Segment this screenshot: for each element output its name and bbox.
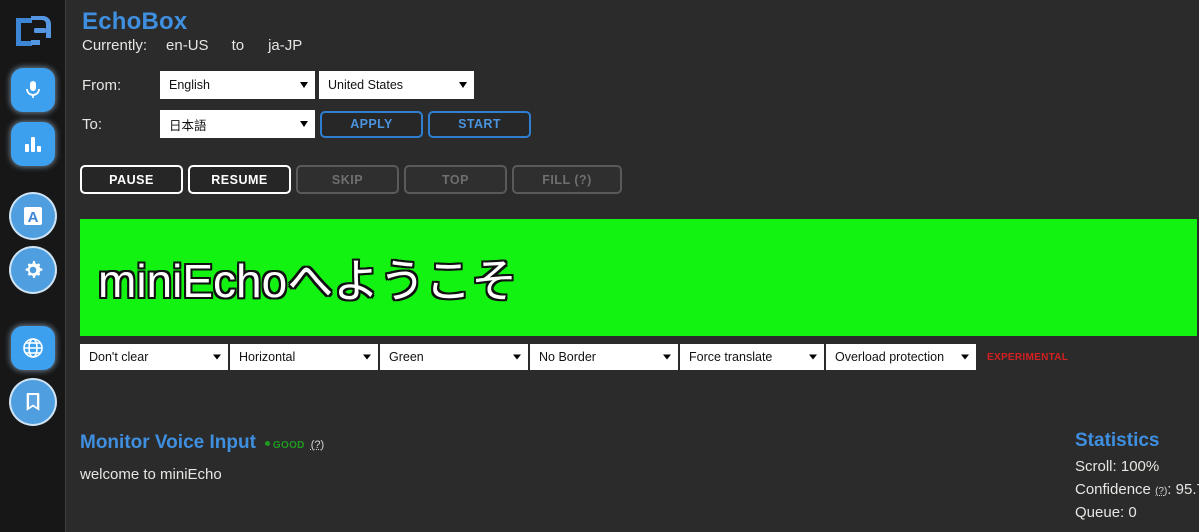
sidebar-item-translate[interactable]: A (10, 194, 55, 238)
monitor-help-icon[interactable]: (?) (311, 439, 324, 451)
svg-text:A: A (27, 209, 38, 226)
orientation-select[interactable]: Horizontal (230, 344, 378, 370)
to-language-select[interactable]: 日本語 (160, 110, 315, 138)
clear-mode-select[interactable]: Don't clear (80, 344, 228, 370)
chevron-down-icon (300, 121, 308, 127)
confidence-colon: : (1167, 481, 1172, 498)
from-region-value: United States (328, 78, 404, 92)
status-badge: GOOD (272, 440, 305, 451)
page-title: EchoBox (82, 8, 188, 35)
confidence-help-icon[interactable]: (?) (1155, 486, 1167, 497)
border-style-select[interactable]: No Border (530, 344, 678, 370)
confidence-value: 95.7% (1175, 481, 1199, 498)
display-options-row: Don't clear Horizontal Green No Border F… (80, 344, 1068, 370)
current-source-code: en-US (166, 37, 209, 54)
monitor-voice-input-panel: Monitor Voice Input GOOD (?) welcome to … (80, 432, 324, 483)
scroll-value: 100% (1120, 458, 1160, 475)
currently-label: Currently: (82, 37, 148, 54)
confidence-label: Confidence (1075, 481, 1151, 498)
fill-button[interactable]: FILL (?) (512, 165, 622, 194)
app-window: A EchoBox Currently: en-US to ja-JP From… (0, 0, 1199, 532)
statistics-panel: Statistics Scroll: 100% Confidence (?): … (1075, 430, 1199, 521)
currently-to-word: to (231, 37, 245, 54)
resume-button[interactable]: RESUME (188, 165, 291, 194)
microphone-icon (25, 81, 40, 98)
translate-a-icon: A (23, 207, 42, 226)
sidebar-item-language[interactable] (10, 326, 55, 370)
chevron-down-icon (961, 354, 969, 360)
echobox-logo-icon (15, 16, 51, 46)
sidebar-item-settings[interactable] (10, 248, 55, 292)
chevron-down-icon (663, 354, 671, 360)
chevron-down-icon (459, 82, 467, 88)
skip-button[interactable]: SKIP (296, 165, 399, 194)
clear-mode-value: Don't clear (89, 350, 149, 364)
caption-display[interactable]: miniEchoへようこそ (80, 219, 1197, 336)
current-target-code: ja-JP (268, 37, 303, 54)
chevron-down-icon (513, 354, 521, 360)
echobox-logo[interactable] (7, 6, 59, 58)
sidebar: A (0, 0, 66, 532)
chevron-down-icon (363, 354, 371, 360)
to-label: To: (82, 115, 103, 133)
background-color-value: Green (389, 350, 424, 364)
sidebar-item-statistics[interactable] (10, 122, 55, 166)
queue-label: Queue: (1075, 504, 1125, 521)
main-content: EchoBox Currently: en-US to ja-JP From: … (66, 0, 1199, 532)
border-style-value: No Border (539, 350, 596, 364)
start-button[interactable]: START (428, 110, 531, 138)
sidebar-item-microphone[interactable] (10, 68, 55, 112)
experimental-badge: EXPERIMENTAL (987, 351, 1069, 363)
globe-icon (22, 338, 43, 358)
gear-icon (25, 260, 42, 278)
monitor-header: Monitor Voice Input GOOD (?) (80, 432, 324, 454)
to-row: To: 日本語 APPLY START (82, 110, 531, 138)
monitor-title: Monitor Voice Input (80, 432, 256, 453)
currently-row: Currently: en-US to ja-JP (82, 37, 302, 54)
transcript-text: welcome to miniEcho (80, 466, 222, 483)
statistics-title: Statistics (1075, 430, 1160, 451)
background-color-select[interactable]: Green (380, 344, 528, 370)
from-row: From: English United States (82, 71, 474, 99)
apply-button[interactable]: APPLY (320, 110, 423, 138)
from-region-select[interactable]: United States (319, 71, 474, 99)
pause-button[interactable]: PAUSE (80, 165, 183, 194)
from-label: From: (82, 76, 122, 94)
top-button[interactable]: TOP (404, 165, 507, 194)
playback-controls: PAUSE RESUME SKIP TOP FILL (?) (80, 165, 622, 194)
from-language-value: English (169, 78, 210, 92)
bar-chart-icon (24, 137, 41, 152)
caption-text: miniEchoへようこそ (98, 254, 518, 307)
translate-mode-value: Force translate (689, 350, 773, 364)
statistics-queue-row: Queue: 0 (1075, 504, 1199, 521)
to-language-value: 日本語 (169, 118, 207, 133)
orientation-value: Horizontal (239, 350, 296, 364)
translate-mode-select[interactable]: Force translate (680, 344, 824, 370)
chevron-down-icon (213, 354, 221, 360)
statistics-confidence-row: Confidence (?): 95.7% (1075, 481, 1199, 498)
chevron-down-icon (809, 354, 817, 360)
overload-protection-select[interactable]: Overload protection (826, 344, 976, 370)
statistics-scroll-row: Scroll: 100% (1075, 458, 1199, 475)
scroll-label: Scroll: (1075, 458, 1117, 475)
sidebar-item-bookmarks[interactable] (10, 380, 55, 424)
status-dot-icon (264, 440, 270, 446)
from-language-select[interactable]: English (160, 71, 315, 99)
queue-value: 0 (1128, 504, 1137, 521)
bookmark-icon (26, 393, 39, 411)
overload-protection-value: Overload protection (835, 350, 945, 364)
chevron-down-icon (300, 82, 308, 88)
